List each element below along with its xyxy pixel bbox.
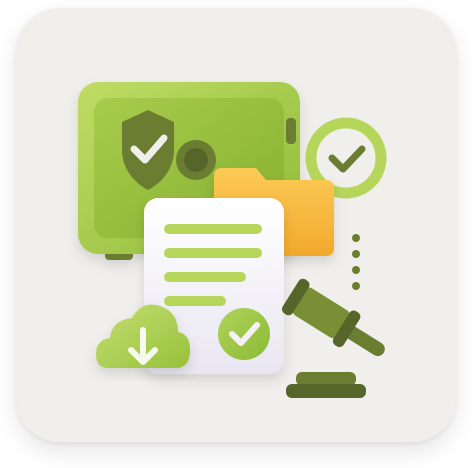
checkmark-badge-icon bbox=[218, 308, 270, 360]
gavel-icon bbox=[281, 278, 385, 398]
dotted-connector bbox=[352, 234, 360, 290]
icon-canvas bbox=[0, 0, 472, 468]
compliance-illustration bbox=[78, 82, 387, 398]
